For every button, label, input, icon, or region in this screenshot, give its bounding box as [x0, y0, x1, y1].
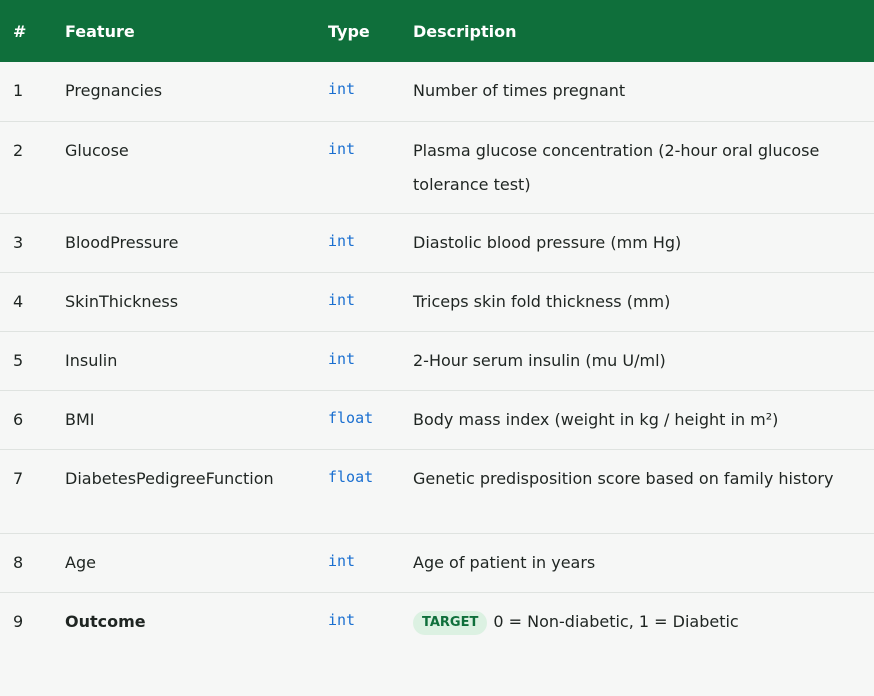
row-description: Body mass index (weight in kg / height i… — [413, 409, 779, 429]
row-type: int — [328, 551, 356, 570]
header-row: # Feature Type Description — [0, 0, 874, 62]
feature-table-container: # Feature Type Description 1 Pregnancies… — [0, 0, 874, 696]
row-num: 7 — [13, 468, 24, 488]
row-num: 3 — [13, 232, 24, 252]
row-type: int — [328, 231, 356, 250]
row-type: float — [328, 467, 374, 486]
row-feature: BloodPressure — [65, 232, 179, 252]
row-description: Triceps skin fold thickness (mm) — [413, 291, 671, 311]
row-feature: BMI — [65, 409, 95, 429]
table-row: 3 BloodPressure int Diastolic blood pres… — [0, 213, 874, 272]
header-num: # — [0, 0, 53, 62]
table-row: 1 Pregnancies int Number of times pregna… — [0, 62, 874, 121]
table-row: 2 Glucose int Plasma glucose concentrati… — [0, 121, 874, 213]
row-description-target: TARGET 0 = Non-diabetic, 1 = Diabetic — [401, 592, 874, 651]
table-row: 4 SkinThickness int Triceps skin fold th… — [0, 272, 874, 331]
row-description: Plasma glucose concentration (2-hour ora… — [413, 140, 820, 194]
row-type: int — [328, 290, 356, 309]
row-num: 1 — [13, 81, 24, 100]
row-description: 2-Hour serum insulin (mu U/ml) — [413, 350, 666, 370]
table-row: 8 Age int Age of patient in years — [0, 533, 874, 592]
row-description: Age of patient in years — [413, 552, 596, 572]
row-description: Number of times pregnant — [413, 81, 626, 100]
row-description-text: 0 = Non-diabetic, 1 = Diabetic — [493, 611, 739, 631]
row-feature: Glucose — [65, 140, 129, 160]
row-feature: Age — [65, 552, 96, 572]
row-feature: SkinThickness — [65, 291, 179, 311]
row-type: int — [328, 139, 356, 158]
row-num: 4 — [13, 291, 24, 311]
header-feature: Feature — [53, 0, 316, 62]
row-num: 9 — [13, 611, 24, 631]
row-num: 6 — [13, 409, 24, 429]
table-row: 6 BMI float Body mass index (weight in k… — [0, 390, 874, 449]
target-badge: TARGET — [413, 610, 488, 635]
table-row-target: 9 Outcome int TARGET 0 = Non-diabetic, 1 … — [0, 592, 874, 651]
row-type: int — [328, 610, 356, 629]
row-type: int — [328, 349, 356, 368]
row-num: 2 — [13, 140, 24, 160]
feature-table: # Feature Type Description 1 Pregnancies… — [0, 0, 874, 651]
header-description: Description — [401, 0, 874, 62]
row-type: int — [328, 80, 356, 98]
table-body: 1 Pregnancies int Number of times pregna… — [0, 62, 874, 651]
row-feature: DiabetesPedigreeFunction — [65, 468, 274, 488]
row-feature: Insulin — [65, 350, 118, 370]
row-feature: Pregnancies — [65, 81, 163, 100]
row-num: 8 — [13, 552, 24, 572]
row-description: Genetic predisposition score based on fa… — [413, 468, 834, 488]
row-feature: Outcome — [65, 611, 146, 631]
row-num: 5 — [13, 350, 24, 370]
row-type: float — [328, 408, 374, 427]
row-description: Diastolic blood pressure (mm Hg) — [413, 232, 682, 252]
header-type: Type — [316, 0, 401, 62]
table-row: 7 DiabetesPedigreeFunction float Genetic… — [0, 449, 874, 533]
table-row: 5 Insulin int 2-Hour serum insulin (mu U… — [0, 331, 874, 390]
table-header: # Feature Type Description — [0, 0, 874, 62]
